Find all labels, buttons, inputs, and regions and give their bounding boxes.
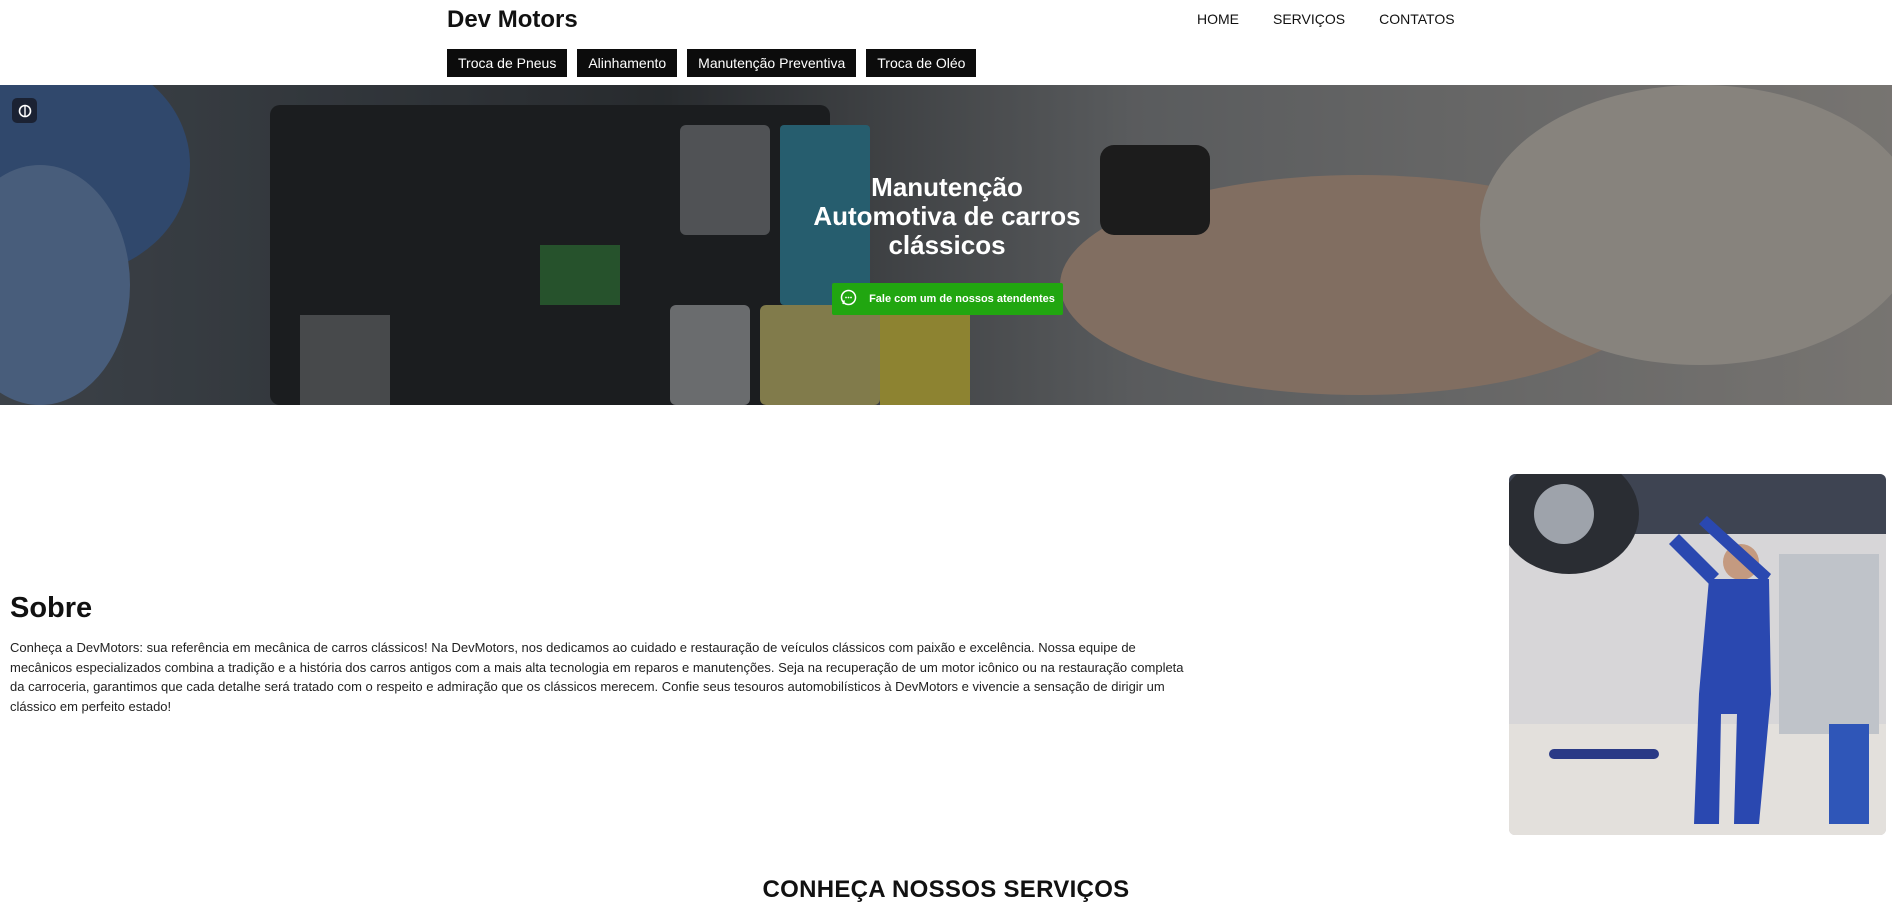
- nav-services-link[interactable]: SERVIÇOS: [1273, 11, 1345, 27]
- cta-label: Fale com um de nossos atendentes: [869, 293, 1055, 305]
- top-nav: HOME SERVIÇOS CONTATOS: [1197, 11, 1489, 27]
- hero-banner: Manutenção Automotiva de carros clássico…: [0, 85, 1892, 405]
- chip-preventive-maintenance[interactable]: Manutenção Preventiva: [687, 49, 857, 77]
- brand-logo[interactable]: Dev Motors: [447, 6, 578, 34]
- about-title: Sobre: [10, 592, 93, 624]
- contact-whatsapp-button[interactable]: Fale com um de nossos atendentes: [832, 283, 1063, 315]
- site-header: Dev Motors HOME SERVIÇOS CONTATOS Troca …: [0, 0, 1892, 85]
- mechanic-photo: [1509, 474, 1886, 835]
- chip-alignment[interactable]: Alinhamento: [577, 49, 678, 77]
- chip-tire-change[interactable]: Troca de Pneus: [447, 49, 568, 77]
- nav-contacts-link[interactable]: CONTATOS: [1379, 11, 1454, 27]
- about-description: Conheça a DevMotors: sua referência em m…: [10, 640, 1184, 714]
- nav-home-link[interactable]: HOME: [1197, 11, 1239, 27]
- chip-oil-change[interactable]: Troca de Oléo: [866, 49, 977, 77]
- whatsapp-icon: [840, 289, 857, 309]
- services-section-title: CONHEÇA NOSSOS SERVIÇOS: [762, 876, 1130, 903]
- service-chips: Troca de Pneus Alinhamento Manutenção Pr…: [447, 49, 977, 77]
- accessibility-icon[interactable]: [12, 98, 37, 123]
- hero-title: Manutenção Automotiva de carros clássico…: [813, 172, 1081, 260]
